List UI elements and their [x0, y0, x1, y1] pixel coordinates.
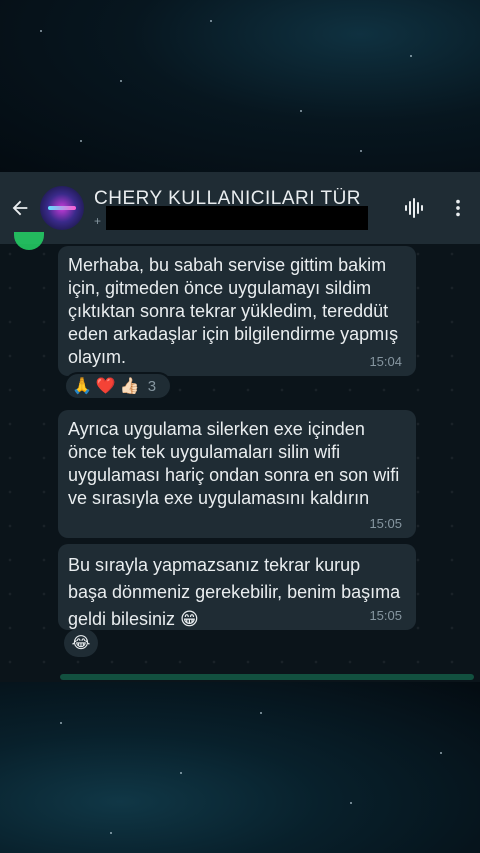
message-text: Bu sırayla yapmazsanız tekrar kurup başa…	[68, 555, 401, 629]
wallpaper-bottom	[0, 682, 480, 853]
pray-emoji-icon: 🙏	[72, 378, 92, 395]
chat-header: CHERY KULLANICILARI TÜR +	[0, 172, 480, 244]
redaction-box	[106, 206, 368, 230]
reaction-bar[interactable]: 😂	[64, 629, 98, 657]
message-text: Merhaba, bu sabah servise gittim bakim i…	[68, 255, 399, 367]
message-bubble[interactable]: Bu sırayla yapmazsanız tekrar kurup başa…	[58, 544, 416, 630]
star	[110, 832, 112, 834]
message-time: 15:05	[369, 516, 402, 531]
scroll-indicator-bar	[60, 674, 474, 680]
star	[410, 55, 412, 57]
message-bubble[interactable]: Merhaba, bu sabah servise gittim bakim i…	[58, 246, 416, 376]
message-bubble[interactable]: Ayrıca uygulama silerken exe içinden önc…	[58, 410, 416, 538]
more-options-button[interactable]	[436, 172, 480, 244]
star	[80, 140, 82, 142]
message-time: 15:05	[369, 608, 402, 623]
star	[180, 772, 182, 774]
star	[260, 712, 262, 714]
star	[120, 80, 122, 82]
arrow-left-icon	[12, 200, 28, 216]
star	[360, 150, 362, 152]
reaction-bar[interactable]: 🙏 ❤️ 👍🏻 3	[64, 372, 173, 400]
message-list[interactable]: Merhaba, bu sabah servise gittim bakim i…	[0, 232, 480, 682]
thumbs-up-emoji-icon: 👍🏻	[119, 378, 140, 395]
star	[40, 30, 42, 32]
laughing-emoji-icon: 😂	[71, 635, 91, 652]
chat-window: CHERY KULLANICILARI TÜR + Merhaba, bu sa…	[0, 172, 480, 682]
star	[60, 722, 62, 724]
more-vertical-icon	[456, 199, 460, 217]
star	[210, 20, 212, 22]
message-time: 15:04	[369, 354, 402, 369]
star	[440, 752, 442, 754]
star	[300, 110, 302, 112]
group-avatar[interactable]	[40, 186, 84, 230]
chat-title-area[interactable]: CHERY KULLANICILARI TÜR +	[94, 172, 392, 244]
heart-emoji-icon: ❤️	[95, 378, 116, 395]
wallpaper-top	[0, 0, 480, 172]
message-text: Ayrıca uygulama silerken exe içinden önc…	[68, 419, 400, 508]
star	[350, 802, 352, 804]
reaction-count: 3	[147, 377, 157, 395]
voice-chat-button[interactable]	[392, 172, 436, 244]
audio-wave-icon	[405, 198, 423, 218]
